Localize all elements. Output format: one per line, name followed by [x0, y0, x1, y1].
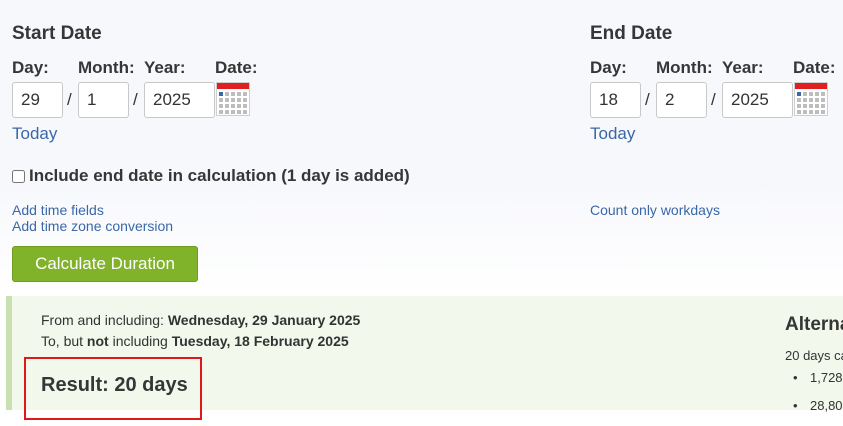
end-day-input[interactable] — [590, 82, 641, 118]
start-month-label: Month: — [78, 58, 135, 77]
alternative-text: 20 days ca — [785, 348, 843, 363]
end-today-link[interactable]: Today — [590, 124, 635, 144]
include-end-date-label[interactable]: Include end date in calculation (1 day i… — [29, 166, 410, 186]
result-to-prefix: To, but — [41, 333, 87, 349]
alternative-list: 1,728, 28,800 — [785, 370, 843, 426]
end-calendar-icon[interactable] — [794, 82, 828, 116]
start-today-link[interactable]: Today — [12, 124, 57, 144]
include-end-date-checkbox[interactable] — [12, 169, 25, 183]
end-separator-2: / — [711, 90, 716, 109]
result-to-line: To, but not including Tuesday, 18 Februa… — [41, 333, 349, 349]
end-year-label: Year: — [722, 58, 764, 77]
alternative-title: Alterna — [785, 314, 843, 335]
add-time-zone-link[interactable]: Add time zone conversion — [12, 218, 173, 234]
end-date-label: Date: — [793, 58, 836, 77]
start-year-label: Year: — [144, 58, 186, 77]
start-day-label: Day: — [12, 58, 49, 77]
result-to-not: not — [86, 333, 109, 349]
result-to-date: Tuesday, 18 February 2025 — [171, 333, 349, 349]
end-month-input[interactable] — [656, 82, 707, 118]
start-separator-1: / — [67, 90, 72, 109]
start-year-input[interactable] — [144, 82, 215, 118]
end-year-input[interactable] — [722, 82, 793, 118]
result-from-line: From and including: Wednesday, 29 Januar… — [41, 312, 360, 328]
start-month-input[interactable] — [78, 82, 129, 118]
date-form: Start Date Day: Month: Year: Date: / / T… — [0, 0, 843, 296]
result-highlight-box — [24, 357, 202, 420]
start-separator-2: / — [133, 90, 138, 109]
include-end-date-row[interactable]: Include end date in calculation (1 day i… — [11, 166, 410, 186]
end-day-label: Day: — [590, 58, 627, 77]
result-to-middle: including — [108, 333, 172, 349]
result-from-date: Wednesday, 29 January 2025 — [167, 312, 361, 328]
start-date-title: Start Date — [12, 23, 102, 44]
end-separator-1: / — [645, 90, 650, 109]
end-date-title: End Date — [590, 23, 673, 44]
count-workdays-link[interactable]: Count only workdays — [590, 202, 720, 218]
start-day-input[interactable] — [12, 82, 63, 118]
start-date-label: Date: — [215, 58, 258, 77]
alternative-item: 1,728, — [785, 370, 843, 398]
calculate-duration-button[interactable]: Calculate Duration — [12, 246, 198, 282]
start-calendar-icon[interactable] — [216, 82, 250, 116]
add-time-fields-link[interactable]: Add time fields — [12, 202, 104, 218]
end-month-label: Month: — [656, 58, 713, 77]
result-from-prefix: From and including: — [41, 312, 168, 328]
